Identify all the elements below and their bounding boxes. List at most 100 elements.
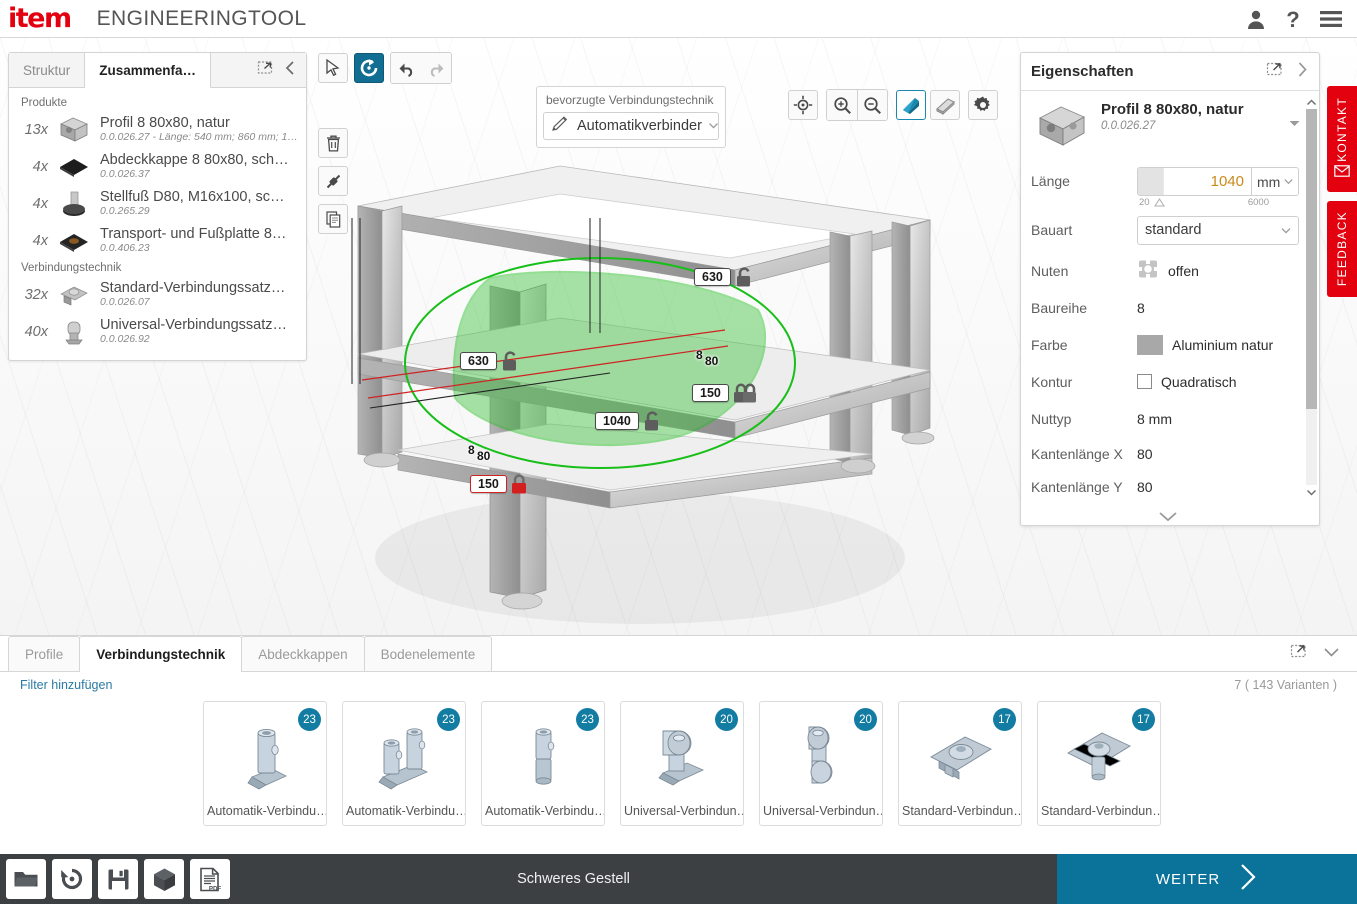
catalog-tab-actions [1274,636,1357,671]
standard-connector-thumb-icon [55,278,93,311]
slider-handle-icon[interactable] [1154,198,1165,207]
dimension-tag[interactable]: 630 [460,350,521,372]
edge-label: 80 [705,354,718,368]
tab-bodenelemente[interactable]: Bodenelemente [364,636,493,671]
length-unit-select[interactable]: mm [1251,168,1298,195]
zoom-button-group [826,89,888,121]
dimension-tag[interactable]: 150 [470,473,531,495]
list-item[interactable]: 4x Abdeckkappe 8 80x80, sch… 0.0.026.37 [15,148,300,185]
collapse-right-icon[interactable] [1296,61,1309,83]
item-code: 0.0.406.23 [100,242,298,255]
connector-tool-button[interactable] [318,166,348,196]
model-svg [310,158,1010,635]
property-label: Kantenlänge X [1031,446,1137,462]
bauart-select[interactable]: standard [1137,216,1299,245]
tab-struktur[interactable]: Struktur [9,53,85,87]
preferred-joining-select[interactable]: Automatikverbinder [543,112,719,140]
save-icon[interactable] [98,859,138,899]
next-button[interactable]: WEITER [1057,854,1357,904]
restore-icon[interactable] [52,859,92,899]
kontur-checkbox[interactable] [1137,374,1152,389]
lock-open-icon[interactable] [500,350,521,372]
tab-zusammenfassung[interactable]: Zusammenfa… [85,53,211,88]
collapse-left-icon[interactable] [284,60,296,81]
catalog-card[interactable]: 23 Automatik-Verbindu… [481,701,605,826]
scroll-down-arrow[interactable] [1306,485,1317,499]
chevron-down-icon[interactable] [1322,645,1341,663]
pdf-export-icon[interactable]: PDF [190,859,230,899]
color-swatch[interactable] [1137,335,1163,355]
brand-logo[interactable]: item [8,5,71,32]
item-code: 0.0.026.37 [100,168,298,181]
open-folder-icon[interactable] [6,859,46,899]
shaded-view-icon[interactable] [896,90,926,120]
chevron-down-icon[interactable] [708,117,719,135]
lock-closed-icon[interactable] [732,382,758,404]
length-value[interactable]: 1040 [1164,168,1251,195]
nuten-value: offen [1168,263,1199,279]
side-tab-kontakt[interactable]: KONTAKT [1327,86,1357,192]
scrollbar-thumb[interactable] [1306,109,1317,409]
lock-open-icon[interactable] [642,410,663,432]
length-slider-fill[interactable] [1138,168,1164,195]
catalog-card[interactable]: 17 Standard-Verbindun… [898,701,1022,826]
chevron-down-icon[interactable] [1288,101,1301,133]
property-label: Länge [1031,167,1137,189]
tab-abdeckkappen[interactable]: Abdeckkappen [241,636,364,671]
side-tab-feedback[interactable]: FEEDBACK [1327,201,1357,297]
app-header: item ENGINEERINGTOOL ? [0,0,1357,38]
properties-expand-more-button[interactable] [1031,503,1305,525]
menu-icon[interactable] [1319,9,1343,29]
gear-icon[interactable] [968,90,998,120]
farbe-value-group[interactable]: Aluminium natur [1137,335,1273,355]
solid-view-icon[interactable] [930,90,960,120]
length-input[interactable]: 1040 mm [1137,167,1299,196]
catalog-card[interactable]: 20 Universal-Verbindun… [759,701,883,826]
list-item[interactable]: 4x Stellfuß D80, M16x100, sc… 0.0.265.29 [15,185,300,222]
3d-export-icon[interactable] [144,859,184,899]
catalog-card[interactable]: 20 Universal-Verbindun… [620,701,744,826]
select-cursor-tool-button[interactable] [318,53,348,83]
status-tool-group: PDF [0,859,230,899]
dimension-tag[interactable]: 150 [692,382,758,404]
chevron-down-icon[interactable] [1281,222,1291,238]
baureihe-value: 8 [1137,300,1145,316]
popout-icon[interactable] [1266,61,1284,82]
tab-profile[interactable]: Profile [8,636,80,671]
lock-closed-red-icon[interactable] [510,473,531,495]
item-text: Abdeckkappe 8 80x80, sch… 0.0.026.37 [93,152,298,181]
catalog-card[interactable]: 23 Automatik-Verbindu… [203,701,327,826]
catalog-card[interactable]: 23 Automatik-Verbindu… [342,701,466,826]
delete-tool-button[interactable] [318,128,348,158]
tab-verbindungstechnik[interactable]: Verbindungstechnik [79,636,242,672]
zoom-out-icon[interactable] [857,90,887,120]
help-icon[interactable]: ? [1283,8,1303,30]
center-view-icon[interactable] [788,90,818,120]
next-button-label: WEITER [1156,871,1220,888]
lock-open-icon[interactable] [734,266,755,288]
dimension-value: 150 [692,384,729,402]
profile-thumb-icon [55,113,93,146]
item-name: Stellfuß D80, M16x100, sc… [100,189,298,205]
properties-scrollbar[interactable] [1306,95,1317,499]
properties-header-actions [1266,61,1309,83]
zoom-in-icon[interactable] [827,90,857,120]
rotate-tool-button[interactable] [354,53,384,83]
svg-text:?: ? [1286,8,1299,30]
scroll-up-arrow[interactable] [1306,95,1317,109]
popout-icon[interactable] [1290,643,1308,664]
list-item[interactable]: 4x Transport- und Fußplatte 8… 0.0.406.2… [15,222,300,259]
copy-tool-button[interactable] [318,204,348,234]
dimension-tag[interactable]: 1040 [595,410,663,432]
list-item[interactable]: 13x Profil 8 80x80, natur 0.0.026.27 - L… [15,111,300,148]
undo-button[interactable] [391,53,421,83]
add-filter-link[interactable]: Filter hinzufügen [20,678,112,692]
dimension-tag[interactable]: 630 [694,266,755,288]
popout-icon[interactable] [257,60,274,80]
list-item[interactable]: 32x Standard-Verbindungssatz… 0.0.026.07 [15,276,300,313]
list-item[interactable]: 40x Universal-Verbindungssatz… 0.0.026.9… [15,313,300,350]
user-icon[interactable] [1245,8,1267,30]
redo-button[interactable] [421,53,451,83]
catalog-card[interactable]: 17 Standard-Verbindun… [1037,701,1161,826]
model-3d-view[interactable]: 630 630 150 1040 150 [310,158,1010,635]
